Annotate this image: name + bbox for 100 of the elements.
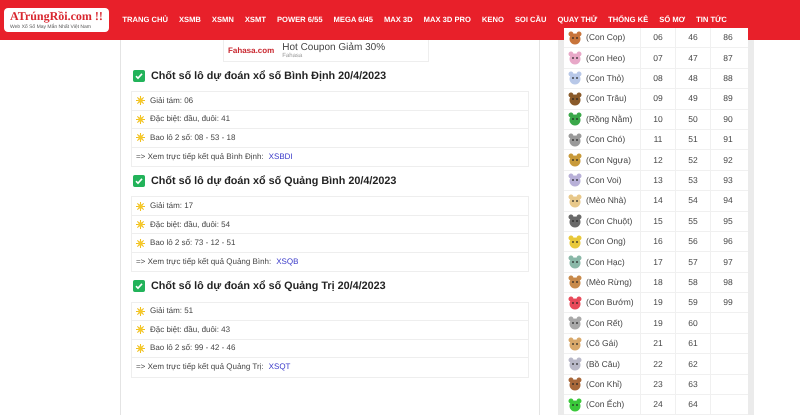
dream-number: 46 bbox=[688, 31, 698, 44]
dream-number: 59 bbox=[688, 296, 698, 310]
section-title: Chốt số lô dự đoán xổ số Bình Định 20/4/2023 bbox=[151, 69, 386, 84]
sun-icon bbox=[136, 238, 145, 248]
dream-number: 17 bbox=[653, 256, 663, 268]
dream-number: 89 bbox=[723, 92, 733, 106]
sun-icon bbox=[136, 202, 145, 211]
animal-name: (Con Ếch) bbox=[586, 398, 624, 412]
result-link[interactable]: XSQB bbox=[276, 256, 298, 268]
dream-number: 57 bbox=[688, 256, 698, 268]
animal-name: (Con Bướm) bbox=[586, 296, 634, 310]
dream-number: 90 bbox=[723, 112, 733, 126]
list-item-text: Đặc biệt: đầu, đuôi: 43 bbox=[150, 324, 230, 336]
list-item-text: Giải tám: 17 bbox=[150, 200, 194, 212]
dream-number: 87 bbox=[723, 52, 733, 64]
dream-number: 06 bbox=[653, 31, 663, 44]
list-item-text: Bao lô 2 số: 99 - 42 - 46 bbox=[150, 342, 236, 354]
dream-number: 64 bbox=[688, 398, 698, 412]
dream-number: 48 bbox=[688, 72, 698, 85]
result-link[interactable]: XSBDI bbox=[268, 150, 293, 163]
link-label: => Xem trực tiếp kết quả Quảng Bình: bbox=[136, 256, 272, 268]
dream-number: 50 bbox=[688, 112, 698, 126]
animal-name: (Mèo Nhà) bbox=[586, 194, 626, 208]
dream-number: 52 bbox=[688, 154, 698, 166]
ad-title: Hot Coupon Giảm 30% bbox=[282, 42, 386, 53]
animal-name: (Cô Gái) bbox=[586, 337, 618, 350]
list-item-text: Bao lô 2 số: 73 - 12 - 51 bbox=[150, 237, 236, 250]
sun-icon bbox=[136, 133, 145, 142]
list-item-text: Giải tám: 51 bbox=[150, 305, 194, 318]
dream-number: 53 bbox=[688, 174, 698, 187]
dream-number: 15 bbox=[653, 214, 663, 228]
list-item-text: Bao lô 2 số: 08 - 53 - 18 bbox=[150, 132, 236, 144]
result-link[interactable]: XSQT bbox=[268, 361, 290, 374]
dream-number: 49 bbox=[688, 92, 698, 106]
dream-number: 93 bbox=[723, 174, 733, 187]
dream-number: 92 bbox=[723, 154, 733, 166]
section-title: Chốt số lô dự đoán xổ số Quảng Trị 20/4/2023 bbox=[151, 279, 386, 294]
dream-number: 94 bbox=[723, 194, 733, 208]
animal-name: (Con Khỉ) bbox=[586, 378, 622, 391]
checkbox-icon bbox=[133, 280, 145, 292]
dream-number: 51 bbox=[688, 133, 698, 146]
dream-number: 14 bbox=[653, 194, 663, 208]
dream-number: 54 bbox=[688, 194, 698, 208]
dream-number: 19 bbox=[653, 296, 663, 310]
dream-number: 22 bbox=[653, 358, 663, 370]
animal-name: (Con Chuột) bbox=[586, 214, 632, 228]
sun-icon bbox=[136, 344, 145, 353]
animal-name: (Con Cọp) bbox=[586, 31, 626, 44]
dream-number: 16 bbox=[653, 235, 663, 248]
dream-number: 12 bbox=[653, 154, 663, 166]
dream-number: 86 bbox=[723, 31, 733, 44]
dream-number: 09 bbox=[653, 92, 663, 106]
dream-number: 47 bbox=[688, 52, 698, 64]
animal-name: (Bồ Câu) bbox=[586, 358, 620, 370]
dream-number: 24 bbox=[653, 398, 663, 412]
sun-icon bbox=[136, 325, 145, 334]
animal-name: (Con Rết) bbox=[586, 316, 623, 330]
dream-number: 96 bbox=[723, 235, 733, 248]
logo-text: ATrúngRồi.com !! bbox=[10, 10, 103, 24]
animal-name: (Con Hạc) bbox=[586, 256, 625, 268]
dream-number: 60 bbox=[688, 316, 698, 330]
dream-number: 56 bbox=[688, 235, 698, 248]
dream-number: 21 bbox=[653, 337, 663, 350]
animal-name: (Con Voi) bbox=[586, 174, 622, 187]
dream-number: 91 bbox=[723, 133, 733, 146]
dream-number: 10 bbox=[653, 112, 663, 126]
dream-number: 98 bbox=[723, 276, 733, 289]
dream-number: 23 bbox=[653, 378, 663, 391]
animal-name: (Con Ong) bbox=[586, 235, 626, 248]
animal-name: (Con Trâu) bbox=[586, 92, 627, 106]
list-item-text: Giải tám: 06 bbox=[150, 94, 194, 107]
list-item-text: Đặc biệt: đầu, đuôi: 41 bbox=[150, 113, 230, 126]
dream-number: 88 bbox=[723, 72, 733, 85]
dream-number: 61 bbox=[688, 337, 698, 350]
dream-number: 07 bbox=[653, 52, 663, 64]
dream-number: 18 bbox=[653, 276, 663, 289]
list-item-text: Đặc biệt: đầu, đuôi: 54 bbox=[150, 218, 230, 231]
animal-name: (Con Heo) bbox=[586, 52, 626, 64]
animal-name: (Con Ngựa) bbox=[586, 154, 631, 166]
checkbox-icon bbox=[133, 70, 145, 82]
animal-name: (Con Thỏ) bbox=[586, 72, 624, 85]
dream-number: 62 bbox=[688, 358, 698, 370]
animal-name: (Mèo Rừng) bbox=[586, 276, 632, 289]
animal-name: (Rồng Nằm) bbox=[586, 112, 632, 126]
animal-name: (Con Chó) bbox=[586, 133, 626, 146]
dream-number: 55 bbox=[688, 214, 698, 228]
link-label: => Xem trực tiếp kết quả Bình Định: bbox=[136, 150, 264, 163]
sun-icon bbox=[136, 220, 145, 230]
dream-number: 99 bbox=[723, 296, 733, 310]
dream-number: 97 bbox=[723, 256, 733, 268]
dream-number: 19 bbox=[653, 316, 663, 330]
section-title: Chốt số lô dự đoán xổ số Quảng Bình 20/4/2023 bbox=[151, 174, 396, 190]
link-label: => Xem trực tiếp kết quả Quảng Trị: bbox=[136, 361, 264, 374]
dream-number: 13 bbox=[653, 174, 663, 187]
sun-icon bbox=[136, 96, 145, 106]
checkbox-icon bbox=[133, 175, 145, 188]
dream-number: 95 bbox=[723, 214, 733, 228]
ad-logo: Fahasa.com bbox=[228, 44, 274, 56]
sun-icon bbox=[136, 114, 145, 124]
sun-icon bbox=[136, 306, 145, 316]
